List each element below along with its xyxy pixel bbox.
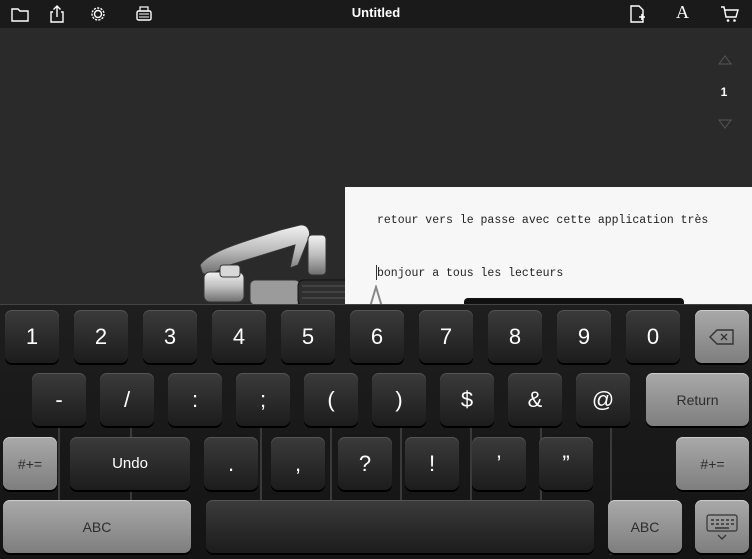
- key-colon[interactable]: :: [168, 373, 222, 426]
- key-dollar[interactable]: $: [440, 373, 494, 426]
- paper-text-line: bonjour a tous les lecteurs: [377, 267, 564, 280]
- key-open-paren[interactable]: (: [304, 373, 358, 426]
- key-apostrophe[interactable]: ’: [472, 437, 526, 490]
- typewriter-carriage-illustration: [199, 224, 350, 307]
- key-4[interactable]: 4: [212, 310, 266, 363]
- font-icon[interactable]: A: [676, 2, 689, 23]
- symbols-key-left[interactable]: #+=: [3, 437, 57, 490]
- key-semicolon[interactable]: ;: [236, 373, 290, 426]
- key-period[interactable]: .: [204, 437, 258, 490]
- page-number: 1: [720, 85, 728, 99]
- return-key[interactable]: Return: [646, 373, 749, 426]
- key-9[interactable]: 9: [557, 310, 611, 363]
- new-page-icon[interactable]: [627, 4, 647, 24]
- page-down-arrow-icon[interactable]: [718, 119, 732, 129]
- backspace-icon: [709, 328, 734, 345]
- key-2[interactable]: 2: [74, 310, 128, 363]
- abc-key-left[interactable]: ABC: [3, 500, 191, 553]
- key-1[interactable]: 1: [5, 310, 59, 363]
- key-close-paren[interactable]: ): [372, 373, 426, 426]
- space-bar[interactable]: [206, 500, 594, 553]
- page-up-arrow-icon[interactable]: [718, 55, 732, 65]
- key-ampersand[interactable]: &: [508, 373, 562, 426]
- key-at[interactable]: @: [576, 373, 630, 426]
- key-slash[interactable]: /: [100, 373, 154, 426]
- typewriter-keyboard: 1 2 3 4 5 6 7 8 9 0 - / : ; ( ) $ & @ Re…: [0, 304, 752, 559]
- key-quote[interactable]: ”: [539, 437, 593, 490]
- key-5[interactable]: 5: [281, 310, 335, 363]
- keyboard-hide-icon: [706, 513, 738, 540]
- symbols-key-right[interactable]: #+=: [676, 437, 749, 490]
- key-question[interactable]: ?: [338, 437, 392, 490]
- key-3[interactable]: 3: [143, 310, 197, 363]
- key-6[interactable]: 6: [350, 310, 404, 363]
- key-8[interactable]: 8: [488, 310, 542, 363]
- key-7[interactable]: 7: [419, 310, 473, 363]
- cart-icon[interactable]: [720, 4, 740, 24]
- key-0[interactable]: 0: [626, 310, 680, 363]
- backspace-key[interactable]: [695, 310, 749, 363]
- key-comma[interactable]: ,: [271, 437, 325, 490]
- hide-keyboard-key[interactable]: [695, 500, 749, 553]
- typewriter-paper[interactable]: retour vers le passe avec cette applicat…: [345, 187, 752, 307]
- paper-text-line: retour vers le passe avec cette applicat…: [377, 214, 709, 227]
- key-exclamation[interactable]: !: [405, 437, 459, 490]
- top-toolbar: Untitled A: [0, 0, 752, 28]
- key-hyphen[interactable]: -: [32, 373, 86, 426]
- undo-key[interactable]: Undo: [70, 437, 190, 490]
- abc-key-right[interactable]: ABC: [608, 500, 682, 553]
